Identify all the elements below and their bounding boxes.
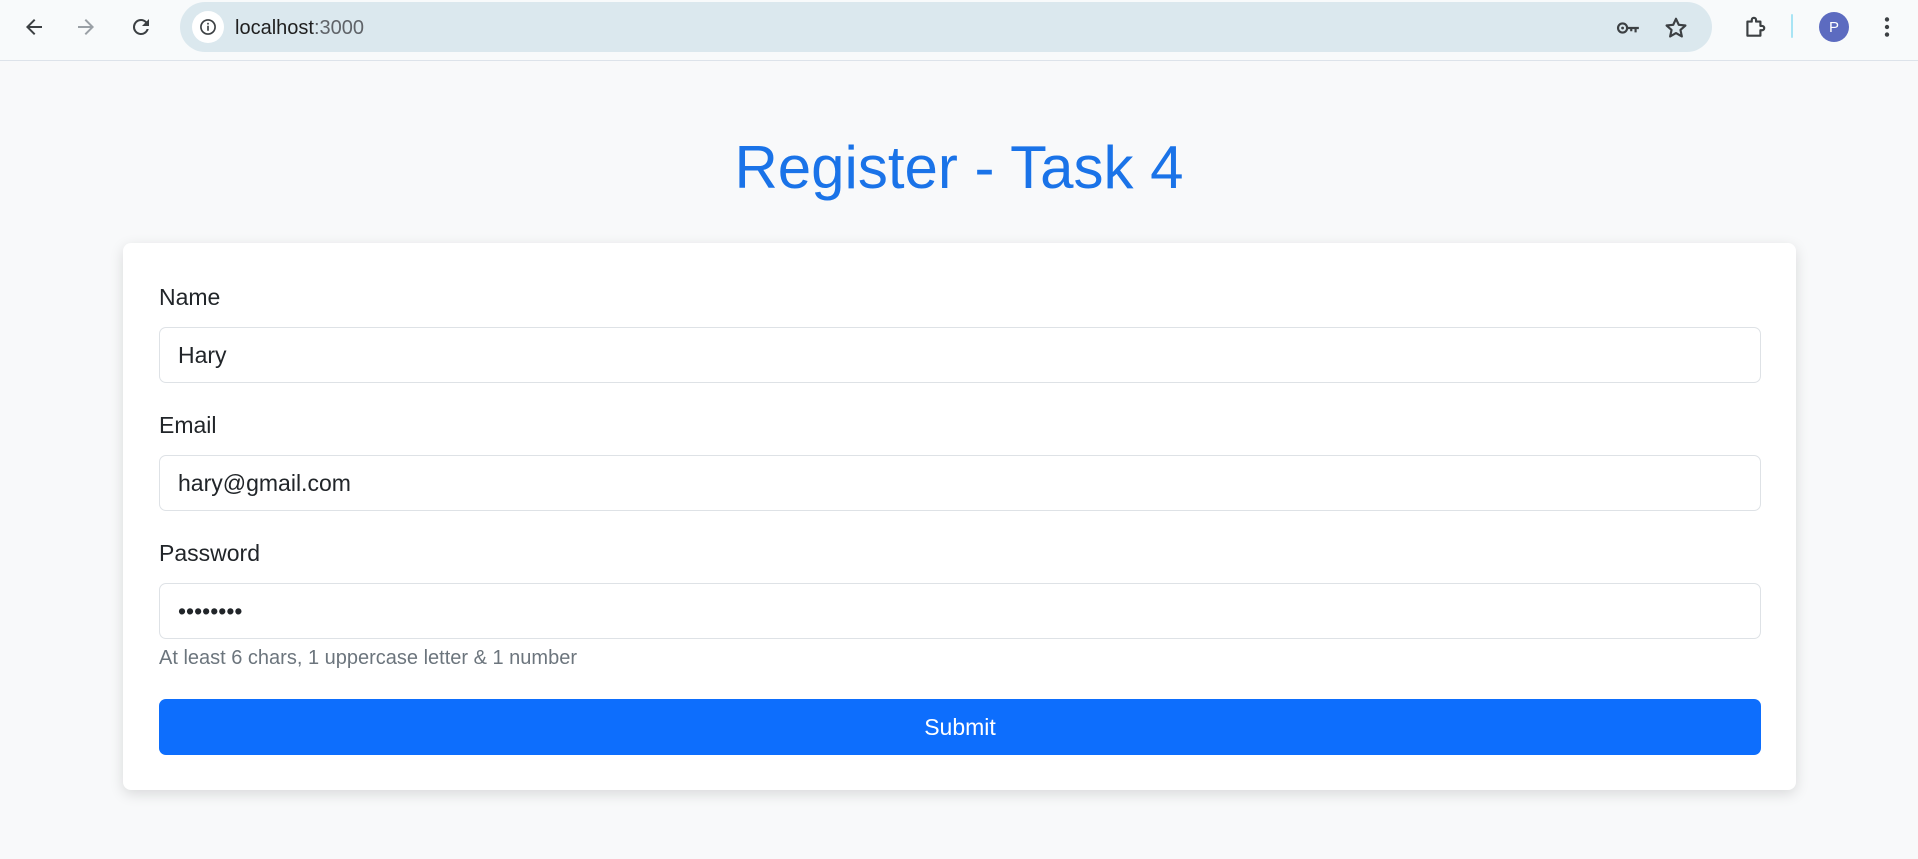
browser-menu-button[interactable] bbox=[1870, 10, 1904, 44]
password-input[interactable] bbox=[159, 583, 1761, 639]
site-info-button[interactable] bbox=[192, 11, 224, 43]
forward-button[interactable] bbox=[69, 10, 103, 44]
password-hint: At least 6 chars, 1 uppercase letter & 1… bbox=[159, 647, 577, 669]
url-host: localhost bbox=[235, 17, 314, 39]
back-button[interactable] bbox=[17, 10, 51, 44]
toolbar-divider bbox=[1791, 14, 1793, 38]
profile-avatar[interactable]: P bbox=[1819, 12, 1849, 42]
arrow-right-icon bbox=[78, 19, 94, 35]
url-text[interactable]: localhost:3000 bbox=[235, 17, 364, 39]
browser-toolbar: localhost:3000 P bbox=[0, 0, 1918, 61]
address-bar[interactable]: localhost:3000 bbox=[180, 2, 1712, 52]
email-label: Email bbox=[159, 412, 217, 438]
bookmark-button[interactable] bbox=[1662, 14, 1690, 42]
register-form-card: Name Email Password At least 6 chars, 1 … bbox=[123, 243, 1796, 790]
page-title: Register - Task 4 bbox=[734, 134, 1184, 201]
name-input[interactable] bbox=[159, 327, 1761, 383]
extensions-button[interactable] bbox=[1738, 10, 1772, 44]
arrow-left-icon bbox=[26, 19, 42, 35]
reload-button[interactable] bbox=[124, 10, 158, 44]
star-icon bbox=[1665, 17, 1687, 38]
email-input[interactable] bbox=[159, 455, 1761, 511]
info-icon bbox=[200, 19, 216, 35]
reload-icon bbox=[132, 18, 149, 35]
kebab-menu-icon bbox=[1884, 17, 1890, 37]
name-label: Name bbox=[159, 284, 221, 310]
password-manager-button[interactable] bbox=[1614, 14, 1642, 42]
url-port: :3000 bbox=[313, 17, 364, 39]
key-icon bbox=[1616, 22, 1639, 34]
submit-button[interactable]: Submit bbox=[159, 699, 1761, 755]
puzzle-icon bbox=[1746, 16, 1766, 37]
password-label: Password bbox=[159, 540, 260, 566]
